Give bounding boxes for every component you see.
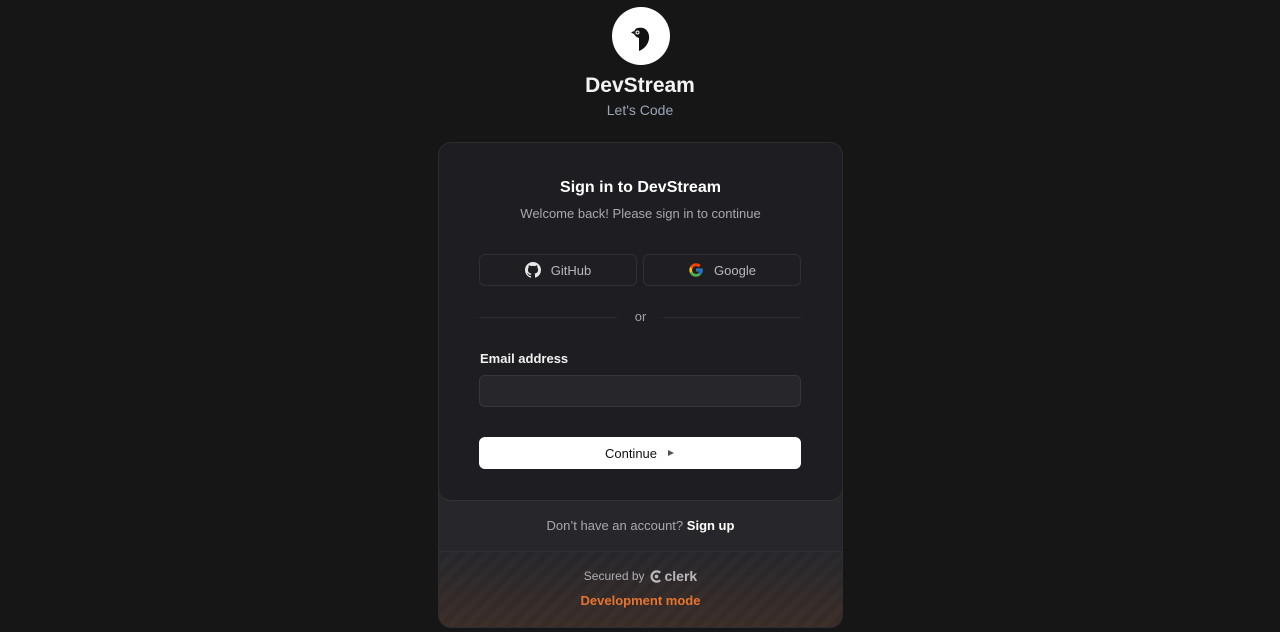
secured-by: Secured by clerk [439, 568, 842, 584]
signup-prompt: Don’t have an account? [546, 518, 684, 533]
signup-link[interactable]: Sign up [687, 518, 735, 533]
clerk-text: clerk [664, 568, 698, 584]
brand-title: DevStream [585, 74, 695, 97]
brand-tagline: Let's Code [606, 102, 674, 118]
bird-logo-icon [631, 27, 650, 51]
email-input[interactable] [479, 375, 801, 407]
card-footer: Secured by clerk Development mode [439, 551, 842, 627]
clerk-icon [650, 569, 661, 583]
email-label: Email address [480, 351, 569, 366]
continue-button[interactable]: Continue [479, 437, 801, 469]
continue-label: Continue [604, 445, 658, 461]
development-mode-badge: Development mode [580, 593, 701, 608]
google-icon [689, 263, 703, 277]
signup-row: Don’t have an account? Sign up [439, 518, 842, 533]
sign-in-form: Sign in to DevStream Welcome back! Pleas… [439, 143, 842, 500]
divider-right [663, 317, 801, 318]
card-subtitle: Welcome back! Please sign in to continue [520, 206, 761, 221]
card-title: Sign in to DevStream [560, 179, 721, 196]
github-button[interactable]: GitHub [479, 254, 637, 286]
brand-logo [612, 7, 670, 65]
google-button[interactable]: Google [643, 254, 801, 286]
github-icon [524, 262, 541, 278]
google-label: Google [714, 262, 756, 278]
clerk-logo[interactable]: clerk [650, 568, 698, 584]
secured-by-text: Secured by [583, 569, 645, 583]
github-label: GitHub [550, 262, 592, 278]
triangle-right-icon [668, 450, 675, 456]
sign-in-card: Sign in to DevStream Welcome back! Pleas… [439, 143, 842, 627]
